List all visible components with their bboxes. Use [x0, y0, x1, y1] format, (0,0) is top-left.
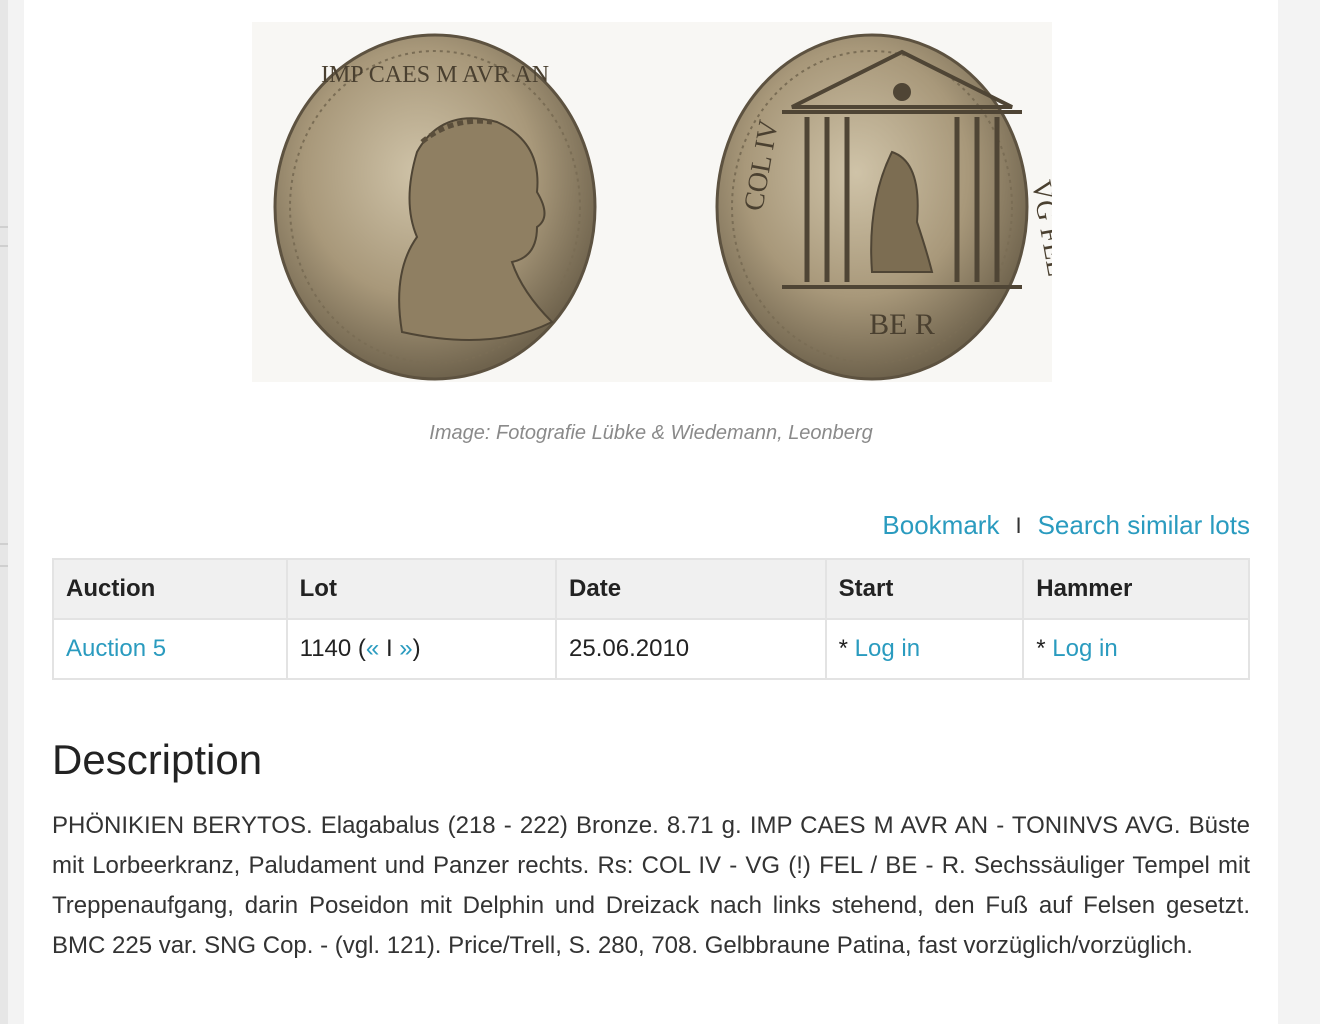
table-row: Auction 5 1140 (« I ») 25.06.2010 * Log …	[52, 618, 1250, 680]
actions-separator: I	[1015, 512, 1022, 538]
coin-obverse: IMP CAES M AVR AN	[273, 33, 597, 381]
lot-number: 1140	[299, 635, 352, 662]
coin-image[interactable]: IMP CAES M AVR AN COL IV VG FEL BE R	[252, 22, 1052, 382]
description-text: PHÖNIKIEN BERYTOS. Elagabalus (218 - 222…	[52, 812, 1250, 959]
header-start: Start	[824, 558, 1025, 620]
lot-info-table: Auction Lot Date Start Hammer Auction 5 …	[52, 558, 1250, 680]
start-login-link[interactable]: Log in	[855, 635, 920, 662]
bookmark-link[interactable]: Bookmark	[882, 510, 999, 541]
table-header-row: Auction Lot Date Start Hammer	[52, 558, 1250, 620]
lot-nav-close: )	[412, 635, 421, 662]
lot-detail-page: IMP CAES M AVR AN COL IV VG FEL BE R Ima…	[24, 0, 1278, 1024]
cell-start: * Log in	[824, 618, 1025, 680]
image-caption: Image: Fotografie Lübke & Wiedemann, Leo…	[429, 422, 873, 444]
cell-lot: 1140 (« I »)	[285, 618, 558, 680]
cell-auction: Auction 5	[52, 618, 288, 680]
next-lot-link[interactable]: »	[399, 635, 412, 662]
header-date: Date	[555, 558, 827, 620]
hammer-login-link[interactable]: Log in	[1052, 635, 1117, 662]
header-auction: Auction	[52, 558, 288, 620]
lot-nav-open: (	[357, 635, 366, 662]
start-prefix: *	[838, 635, 848, 662]
description-heading: Description	[52, 736, 263, 783]
auction-link[interactable]: Auction 5	[66, 635, 166, 662]
svg-text:IMP CAES M AVR AN: IMP CAES M AVR AN	[321, 62, 549, 88]
previous-lot-link[interactable]: «	[366, 635, 379, 662]
lot-nav-separator: I	[385, 635, 393, 662]
lot-actions: Bookmark I Search similar lots	[882, 510, 1250, 541]
left-gutter	[0, 0, 8, 1024]
header-lot: Lot	[285, 558, 558, 620]
search-similar-link[interactable]: Search similar lots	[1038, 510, 1250, 541]
cell-date: 25.06.2010	[555, 618, 827, 680]
header-hammer: Hammer	[1022, 558, 1250, 620]
cell-hammer: * Log in	[1022, 618, 1250, 680]
svg-text:BE R: BE R	[869, 308, 935, 341]
hammer-prefix: *	[1036, 635, 1046, 662]
